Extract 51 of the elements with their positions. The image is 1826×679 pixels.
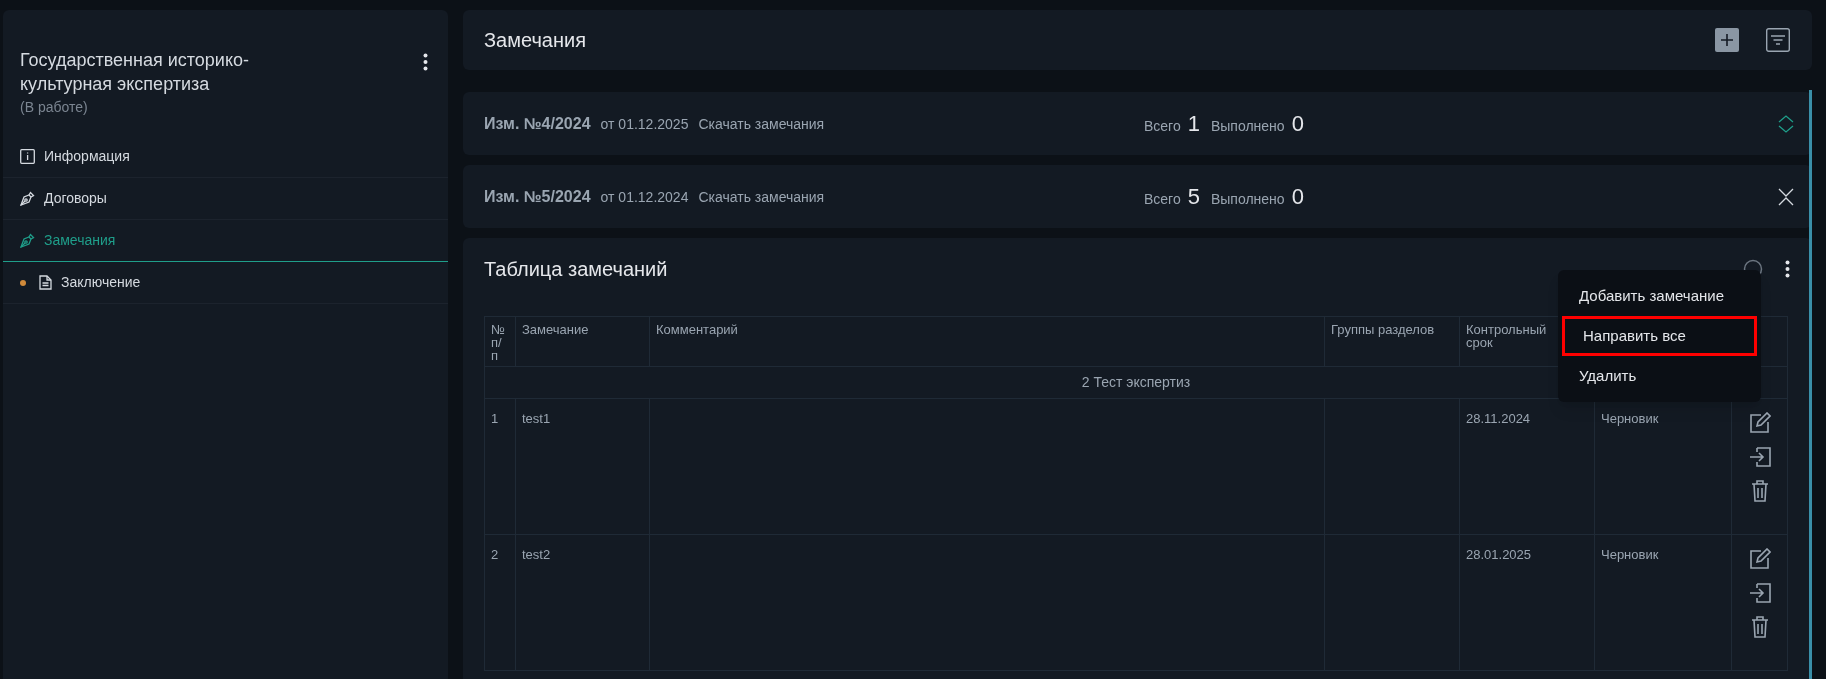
done-label: Выполнено	[1210, 190, 1285, 209]
sidebar-item[interactable]: Договоры	[3, 178, 448, 220]
project-status: (В работе)	[20, 98, 89, 117]
column-header: Комментарий	[650, 317, 1325, 367]
download-link[interactable]: Скачать замечания	[698, 186, 825, 208]
revision-title: Изм. №4/2024	[484, 113, 591, 134]
total-count: 5	[1187, 183, 1200, 211]
column-header: Замечание	[516, 317, 650, 367]
table-cell: 2	[485, 535, 516, 671]
menu-item[interactable]: Направить все	[1562, 316, 1757, 356]
trash-icon[interactable]	[1750, 480, 1769, 502]
sidebar-item[interactable]: Замечания	[3, 220, 448, 262]
sidebar-item[interactable]: Информация	[3, 136, 448, 178]
table-cell: test2	[516, 535, 650, 671]
total-count: 1	[1187, 110, 1200, 138]
sidebar-item[interactable]: Заключение	[3, 262, 448, 304]
done-count: 0	[1291, 110, 1304, 138]
document-icon	[39, 275, 52, 290]
revision-date: от 01.12.2025	[600, 114, 689, 134]
edit-icon[interactable]	[1748, 548, 1771, 570]
expand-icon[interactable]	[1778, 114, 1794, 133]
column-header: Группы разделов	[1325, 317, 1460, 367]
table-cell: 28.01.2025	[1460, 535, 1595, 671]
scrollbar-icon[interactable]	[1809, 90, 1812, 679]
send-icon[interactable]	[1748, 583, 1771, 603]
revision-date: от 01.12.2024	[600, 187, 689, 207]
info-icon	[20, 149, 35, 164]
add-button[interactable]	[1715, 28, 1739, 52]
done-count: 0	[1291, 183, 1304, 211]
edit-icon[interactable]	[1748, 412, 1771, 434]
more-icon[interactable]	[423, 53, 428, 71]
table-title: Таблица замечаний	[484, 256, 668, 282]
more-icon[interactable]	[1785, 259, 1790, 278]
done-label: Выполнено	[1210, 117, 1285, 136]
pen-nib-icon	[20, 233, 35, 248]
page-title: Замечания	[484, 28, 586, 53]
project-title: Государственная историко-культурная экспертиза	[20, 49, 250, 96]
column-header: № п/п	[485, 317, 516, 367]
total-label: Всего	[1144, 190, 1181, 209]
table-cell: Черновик	[1595, 535, 1732, 671]
filter-icon[interactable]	[1766, 28, 1790, 52]
total-label: Всего	[1144, 117, 1181, 136]
send-icon[interactable]	[1748, 447, 1771, 467]
table-cell: 1	[485, 399, 516, 535]
revision-title: Изм. №5/2024	[484, 186, 591, 207]
table-cell: test1	[516, 399, 650, 535]
trash-icon[interactable]	[1750, 616, 1769, 638]
download-link[interactable]: Скачать замечания	[698, 113, 825, 135]
menu-item[interactable]: Добавить замечание	[1558, 276, 1761, 316]
pen-nib-icon	[20, 191, 35, 206]
collapse-icon[interactable]	[1778, 187, 1794, 206]
